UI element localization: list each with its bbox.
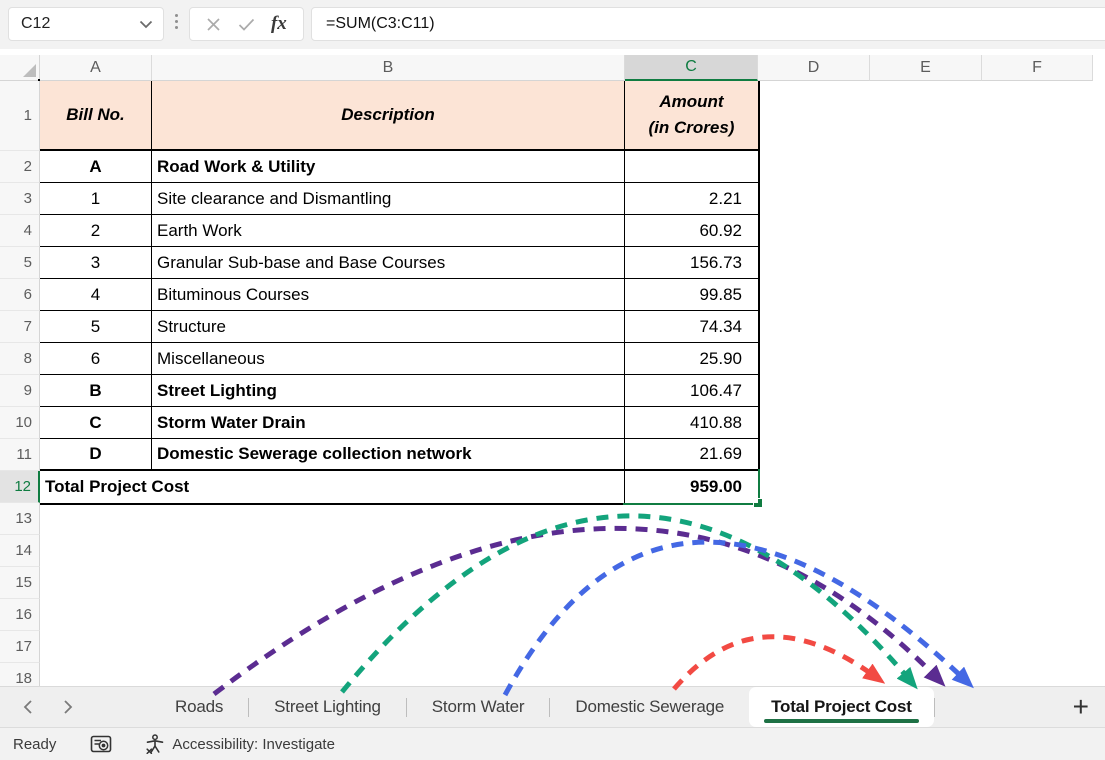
cell-A7[interactable]: 5 [40,311,152,343]
row-header-2[interactable]: 2 [0,151,40,183]
column-header-D[interactable]: D [758,55,870,81]
sheet-tab-roads[interactable]: Roads [150,687,248,727]
enter-check-icon[interactable] [238,18,255,31]
name-box-value[interactable]: C12 [9,15,139,33]
cell-A10[interactable]: C [40,407,152,439]
row-header-7[interactable]: 7 [0,311,40,343]
chevron-down-icon[interactable] [139,20,153,29]
tab-scroll-right-icon[interactable] [62,699,74,715]
cell-A11[interactable]: D [40,439,152,471]
accessibility-status[interactable]: Accessibility: Investigate [144,734,335,754]
cell-C12-total-amount[interactable]: 959.00 [625,471,758,503]
sheet-tab-label: Total Project Cost [771,697,912,717]
cell-B1-description-header[interactable]: Description [152,81,625,151]
accessibility-person-icon [144,734,165,754]
sheet-tab-street-lighting[interactable]: Street Lighting [249,687,406,727]
tab-scroll-left-icon[interactable] [22,699,34,715]
row-header-6[interactable]: 6 [0,279,40,311]
column-header-A[interactable]: A [40,55,152,81]
row-header-12[interactable]: 12 [0,471,40,503]
sheet-tab-label: Domestic Sewerage [575,697,724,717]
cell-C7[interactable]: 74.34 [625,311,758,343]
formula-bar[interactable]: =SUM(C3:C11) [311,7,1105,41]
sheet-tab-label: Street Lighting [274,697,381,717]
row-header-16[interactable]: 16 [0,599,40,631]
cell-C11[interactable]: 21.69 [625,439,758,471]
row-header-3[interactable]: 3 [0,183,40,215]
formula-text[interactable]: =SUM(C3:C11) [312,15,435,33]
column-header-F[interactable]: F [982,55,1093,81]
tab-separator [934,698,935,717]
cell-C4[interactable]: 60.92 [625,215,758,247]
row-header-17[interactable]: 17 [0,631,40,663]
active-tab-underline [764,719,919,723]
cell-B2[interactable]: Road Work & Utility [152,151,625,183]
sheet-tab-total-project-cost[interactable]: Total Project Cost [749,687,934,727]
column-header-C[interactable]: C [625,55,758,81]
worksheet-grid: ABCDEF123456789101112131415161718Bill No… [0,49,1105,686]
status-bar: Ready Accessibility: Investigate [0,727,1105,760]
sheet-tab-label: Roads [175,697,223,717]
cell-B11[interactable]: Domestic Sewerage collection network [152,439,625,471]
row-header-11[interactable]: 11 [0,439,40,471]
sheet-tab-label: Storm Water [432,697,525,717]
cell-C10[interactable]: 410.88 [625,407,758,439]
cell-B3[interactable]: Site clearance and Dismantling [152,183,625,215]
macro-record-icon[interactable] [90,735,112,754]
cell-B10[interactable]: Storm Water Drain [152,407,625,439]
name-box[interactable]: C12 [8,7,164,41]
cancel-icon[interactable] [206,17,221,32]
cell-A9[interactable]: B [40,375,152,407]
row-header-10[interactable]: 10 [0,407,40,439]
cell-B8[interactable]: Miscellaneous [152,343,625,375]
row-header-15[interactable]: 15 [0,567,40,599]
row-header-18[interactable]: 18 [0,663,40,686]
cell-A2[interactable]: A [40,151,152,183]
status-mode: Ready [13,736,56,753]
cell-B6[interactable]: Bituminous Courses [152,279,625,311]
excel-window: C12 fx =SUM(C3:C11) ABCDEF12345678910111… [0,0,1105,760]
row-header-4[interactable]: 4 [0,215,40,247]
select-all-corner[interactable] [0,55,40,81]
insert-function-icon[interactable]: fx [271,13,287,35]
formula-strip: C12 fx =SUM(C3:C11) [0,0,1105,50]
add-sheet-button[interactable]: + [1073,690,1089,724]
cell-A6[interactable]: 4 [40,279,152,311]
accessibility-label: Accessibility: Investigate [172,736,335,753]
cell-B7[interactable]: Structure [152,311,625,343]
cell-A12-total-label[interactable]: Total Project Cost [40,471,625,503]
cell-B4[interactable]: Earth Work [152,215,625,247]
cell-B9[interactable]: Street Lighting [152,375,625,407]
cell-A5[interactable]: 3 [40,247,152,279]
cell-B5[interactable]: Granular Sub-base and Base Courses [152,247,625,279]
cell-A8[interactable]: 6 [40,343,152,375]
column-header-E[interactable]: E [870,55,982,81]
cell-C3[interactable]: 2.21 [625,183,758,215]
cell-C6[interactable]: 99.85 [625,279,758,311]
row-header-1[interactable]: 1 [0,81,40,151]
row-header-8[interactable]: 8 [0,343,40,375]
sheet-tab-storm-water[interactable]: Storm Water [407,687,550,727]
amount-header-line: Amount [659,89,723,115]
sheet-tab-strip: Roads Street Lighting Storm Water Domestic … [0,686,1105,727]
row-header-14[interactable]: 14 [0,535,40,567]
cell-A4[interactable]: 2 [40,215,152,247]
select-all-triangle-icon [23,64,36,77]
sheet-tab-domestic-sewerage[interactable]: Domestic Sewerage [550,687,749,727]
separator-dots-icon [175,14,178,29]
row-header-13[interactable]: 13 [0,503,40,535]
cell-C1-amount-header[interactable]: Amount(in Crores) [625,81,758,151]
formula-buttons: fx [189,7,304,41]
cell-C2[interactable] [625,151,758,183]
row-header-9[interactable]: 9 [0,375,40,407]
cell-C5[interactable]: 156.73 [625,247,758,279]
column-header-B[interactable]: B [152,55,625,81]
cell-C9[interactable]: 106.47 [625,375,758,407]
cell-A3[interactable]: 1 [40,183,152,215]
row-header-5[interactable]: 5 [0,247,40,279]
amount-header-line: (in Crores) [649,115,735,141]
cell-C8[interactable]: 25.90 [625,343,758,375]
cell-A1-bill-no-header[interactable]: Bill No. [40,81,152,151]
